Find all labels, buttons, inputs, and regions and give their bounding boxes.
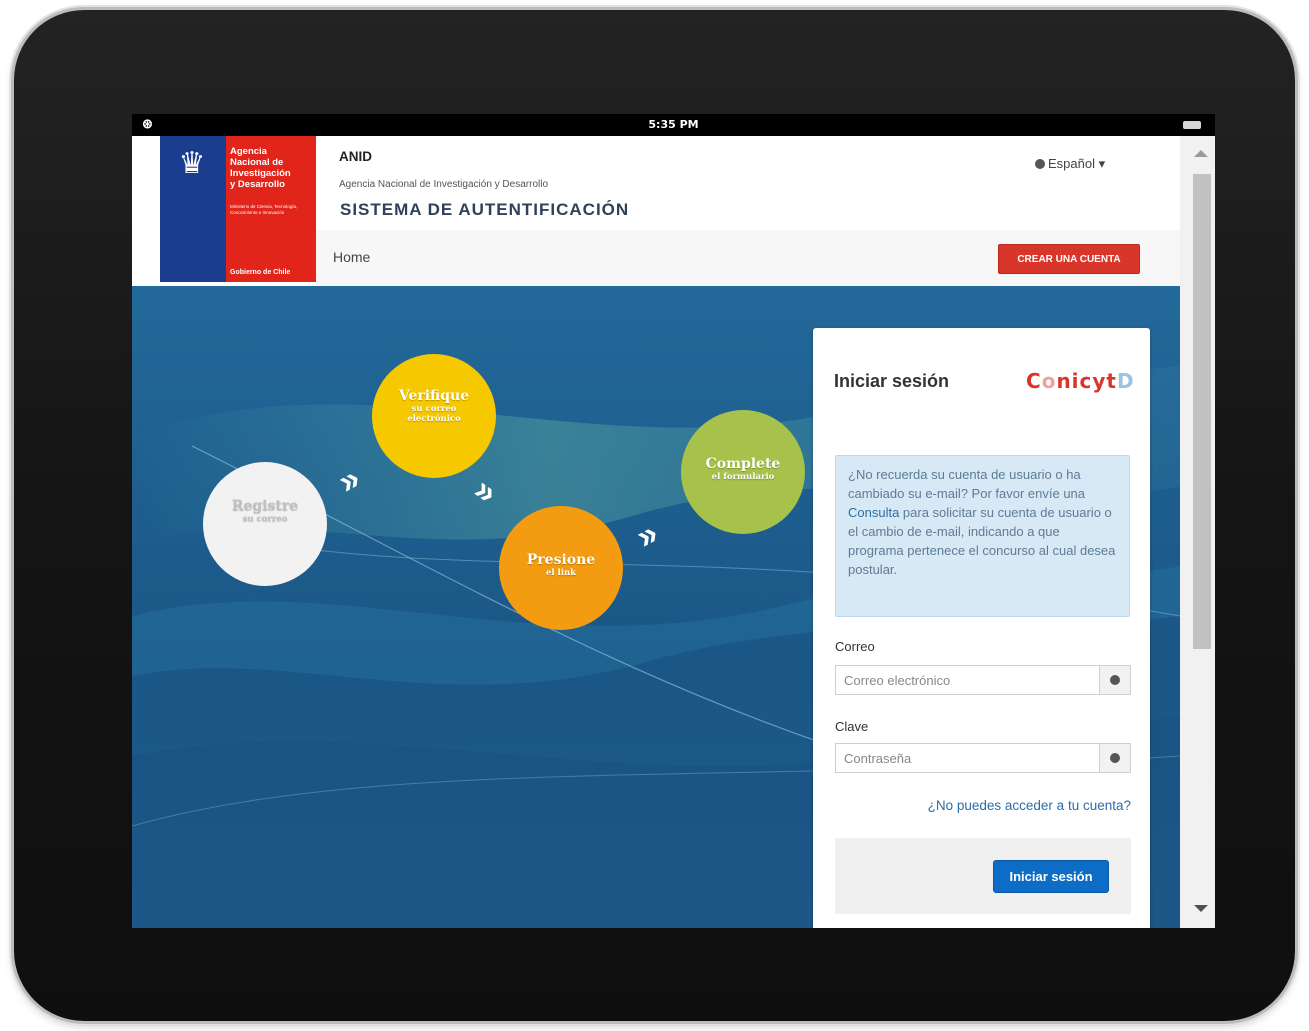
logo-line: Nacional de bbox=[230, 157, 284, 168]
step-circle-register bbox=[203, 462, 327, 586]
logo-line: y Desarrollo bbox=[230, 179, 285, 190]
step-verify-text: Verifique su correo electrónico bbox=[379, 388, 489, 424]
scrollbar[interactable] bbox=[1180, 136, 1215, 928]
step-sublabel: el formulario bbox=[711, 472, 775, 482]
create-account-button[interactable]: CREAR UNA CUENTA bbox=[998, 244, 1140, 274]
step-sublabel: su correo bbox=[411, 404, 457, 414]
step-label: Registre bbox=[231, 498, 299, 514]
conicyt-logo: ConicytD bbox=[1026, 369, 1135, 393]
consulta-link[interactable]: Consulta bbox=[848, 505, 899, 520]
site-title: ANID bbox=[339, 149, 372, 164]
scroll-down-icon[interactable] bbox=[1194, 905, 1208, 912]
tablet-screen: ⊛ 5:35 PM ♛ Agencia Nacional de Investig… bbox=[132, 114, 1215, 928]
step-label: Presione bbox=[526, 552, 596, 568]
site-subtitle: Agencia Nacional de Investigación y Desa… bbox=[339, 179, 549, 190]
logo-ministry-text: Ministerio de Ciencia, Tecnología, Conoc… bbox=[230, 204, 298, 215]
step-sublabel: su correo bbox=[242, 514, 288, 524]
step-label: Verifique bbox=[398, 388, 470, 404]
info-icon bbox=[1110, 753, 1120, 763]
nav-home-link[interactable]: Home bbox=[333, 249, 370, 265]
globe-icon bbox=[1035, 159, 1045, 169]
step-complete-text: Complete el formulario bbox=[688, 456, 798, 482]
scrollbar-thumb[interactable] bbox=[1193, 174, 1211, 649]
email-label: Correo bbox=[835, 639, 875, 654]
caret-down-icon: ▾ bbox=[1098, 156, 1106, 171]
scroll-up-icon[interactable] bbox=[1194, 150, 1208, 157]
battery-icon bbox=[1183, 121, 1201, 129]
hero-banner: Registre su correo Verifique su correo e… bbox=[132, 286, 1180, 928]
step-sublabel: electrónico bbox=[407, 414, 461, 424]
email-field bbox=[835, 665, 1131, 695]
login-title: Iniciar sesión bbox=[834, 371, 950, 391]
navbar: Home CREAR UNA CUENTA bbox=[316, 230, 1180, 286]
logo-government-text: Gobierno de Chile bbox=[230, 269, 291, 276]
password-field bbox=[835, 743, 1131, 773]
step-register-text: Registre su correo bbox=[210, 498, 320, 524]
language-label: Español bbox=[1048, 156, 1095, 171]
password-help-addon[interactable] bbox=[1099, 744, 1130, 772]
step-label: Complete bbox=[705, 456, 781, 472]
password-input[interactable] bbox=[836, 744, 1112, 772]
logo-agency-text: Agencia Nacional de Investigación y Desa… bbox=[230, 146, 314, 190]
login-button[interactable]: Iniciar sesión bbox=[993, 860, 1109, 893]
system-title: SISTEMA DE AUTENTIFICACIÓN bbox=[340, 200, 630, 219]
email-help-addon[interactable] bbox=[1099, 666, 1130, 694]
anid-logo[interactable]: ♛ Agencia Nacional de Investigación y De… bbox=[160, 136, 316, 282]
step-press-text: Presione el link bbox=[506, 552, 616, 578]
login-footer: Iniciar sesión bbox=[835, 838, 1131, 914]
info-text: ¿No recuerda su cuenta de usuario o ha c… bbox=[848, 467, 1086, 501]
status-time: 5:35 PM bbox=[648, 118, 699, 131]
info-icon bbox=[1110, 675, 1120, 685]
login-panel: Iniciar sesión ConicytD ¿No recuerda su … bbox=[813, 328, 1150, 928]
info-alert: ¿No recuerda su cuenta de usuario o ha c… bbox=[835, 455, 1130, 617]
email-input[interactable] bbox=[836, 666, 1112, 694]
site-header: ♛ Agencia Nacional de Investigación y De… bbox=[132, 136, 1180, 286]
logo-line: Agencia bbox=[230, 146, 267, 157]
language-selector[interactable]: Español ▾ bbox=[1035, 156, 1105, 172]
logo-line: Investigación bbox=[230, 168, 291, 179]
step-sublabel: el link bbox=[545, 568, 577, 578]
web-page: ♛ Agencia Nacional de Investigación y De… bbox=[132, 136, 1180, 928]
forgot-account-link[interactable]: ¿No puedes acceder a tu cuenta? bbox=[928, 798, 1131, 813]
status-bar: ⊛ 5:35 PM bbox=[132, 114, 1215, 136]
coat-of-arms-icon: ♛ bbox=[178, 147, 206, 180]
password-label: Clave bbox=[835, 719, 869, 734]
